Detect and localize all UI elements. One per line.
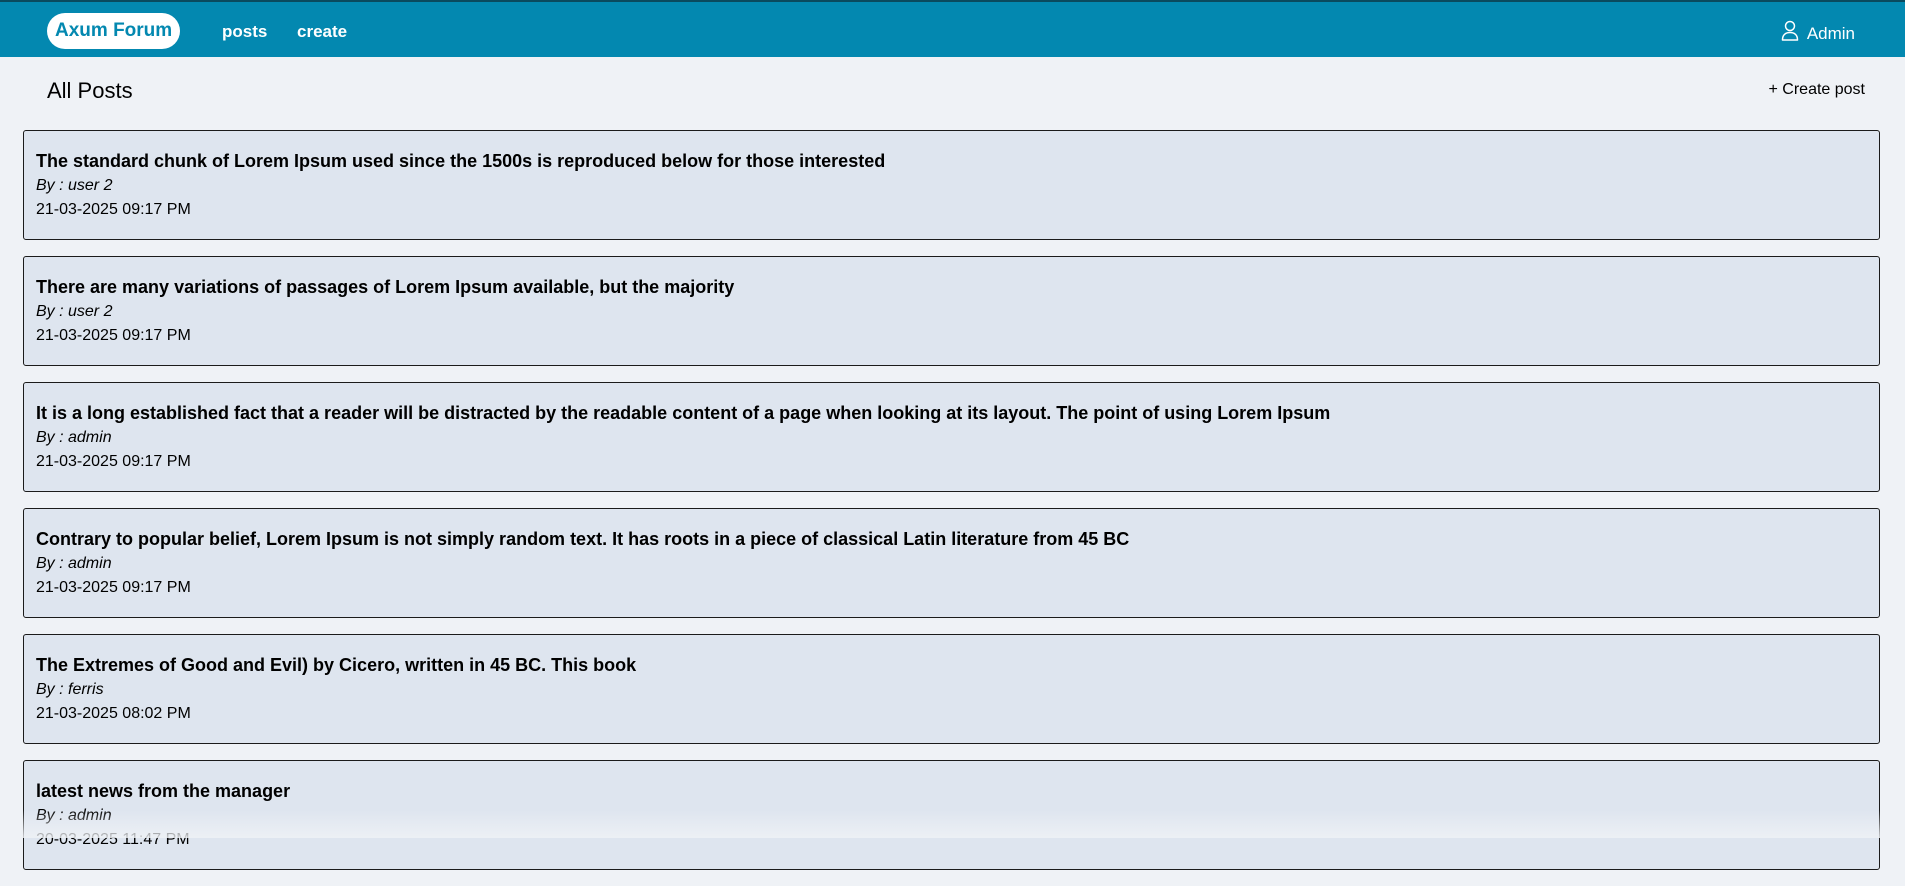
post-title[interactable]: There are many variations of passages of…	[36, 276, 1867, 298]
post-title[interactable]: Contrary to popular belief, Lorem Ipsum …	[36, 528, 1867, 550]
post-title[interactable]: latest news from the manager	[36, 780, 1867, 802]
post-date: 20-03-2025 11:47 PM	[36, 831, 190, 848]
post-card[interactable]: There are many variations of passages of…	[23, 256, 1880, 366]
create-post-link[interactable]: + Create post	[1769, 80, 1866, 100]
post-card[interactable]: latest news from the manager By : admin …	[23, 760, 1880, 870]
page-title: All Posts	[47, 78, 133, 103]
post-title[interactable]: The standard chunk of Lorem Ipsum used s…	[36, 150, 1867, 172]
user-name: Admin	[1806, 23, 1855, 43]
post-date: 21-03-2025 09:17 PM	[36, 579, 191, 596]
post-author: By : ferris	[36, 681, 104, 698]
post-card[interactable]: It is a long established fact that a rea…	[23, 382, 1880, 492]
post-author: By : admin	[36, 807, 112, 824]
post-date: 21-03-2025 08:02 PM	[36, 705, 191, 722]
nav-link-create[interactable]: create	[297, 21, 347, 43]
brand-logo-link[interactable]: Axum Forum	[47, 13, 181, 49]
post-author: By : user 2	[36, 177, 113, 194]
post-author: By : admin	[36, 429, 112, 446]
post-date: 21-03-2025 09:17 PM	[36, 453, 191, 470]
post-title[interactable]: It is a long established fact that a rea…	[36, 402, 1867, 424]
post-card[interactable]: The Extremes of Good and Evil) by Cicero…	[23, 634, 1880, 744]
user-icon	[1781, 20, 1807, 47]
post-date: 21-03-2025 09:17 PM	[36, 327, 191, 344]
post-list: The standard chunk of Lorem Ipsum used s…	[23, 130, 1880, 886]
post-author: By : admin	[36, 555, 112, 572]
post-card[interactable]: Contrary to popular belief, Lorem Ipsum …	[23, 508, 1880, 618]
nav-link-posts[interactable]: posts	[222, 21, 267, 43]
user-menu[interactable]: Admin	[1781, 20, 1855, 47]
post-title[interactable]: The Extremes of Good and Evil) by Cicero…	[36, 654, 1867, 676]
post-card[interactable]: The standard chunk of Lorem Ipsum used s…	[23, 130, 1880, 240]
post-date: 21-03-2025 09:17 PM	[36, 201, 191, 218]
top-navbar: Axum Forum posts create Admin	[0, 0, 1905, 57]
post-author: By : user 2	[36, 303, 113, 320]
